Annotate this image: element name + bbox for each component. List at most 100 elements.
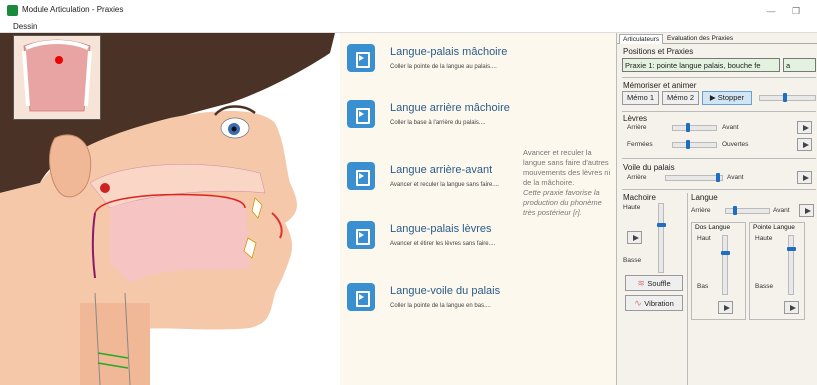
souffle-button[interactable]: ≋ Souffle: [625, 275, 683, 291]
pointe-langue-box: Pointe Langue Haute Basse: [749, 222, 805, 320]
memo1-button[interactable]: Mémo 1: [622, 91, 659, 105]
levres-label: Lèvres: [623, 114, 648, 123]
title-bar: Module Articulation - Praxies — ❐: [0, 0, 817, 22]
positions-label: Positions et Praxies: [623, 47, 694, 56]
machoire-basse-label: Basse: [623, 257, 642, 264]
lesson-item[interactable]: Langue arrière mâchoire Coller la base à…: [347, 98, 527, 130]
divider: [622, 158, 816, 159]
pointe-langue-basse-label: Basse: [755, 283, 774, 290]
levres-position-thumb[interactable]: [686, 123, 690, 132]
animation-slider-thumb[interactable]: [783, 93, 787, 102]
lesson-subtitle: Coller la pointe de la langue en bas....: [390, 303, 491, 309]
articulators-panel: Articulateurs Evaluation des Praxies Pos…: [616, 33, 817, 385]
machoire-play-icon[interactable]: [627, 231, 642, 244]
vibration-button[interactable]: ∿ Vibration: [625, 295, 683, 311]
voile-label: Voile du palais: [623, 163, 675, 172]
dos-langue-slider[interactable]: [722, 235, 728, 295]
pointe-langue-slider-thumb[interactable]: [787, 247, 796, 251]
dos-langue-play-icon[interactable]: [718, 301, 733, 314]
tab-bar: Articulateurs Evaluation des Praxies: [617, 33, 817, 44]
levres-avant-label: Avant: [722, 124, 739, 131]
voile-slider-thumb[interactable]: [716, 173, 720, 182]
voile-arriere-label: Arrière: [627, 174, 647, 181]
window-title: Module Articulation - Praxies: [22, 5, 124, 14]
lesson-subtitle: Coller la pointe de la langue au palais.…: [390, 64, 497, 70]
lesson-item[interactable]: Langue-palais lèvres Avancer et étirer l…: [347, 219, 527, 251]
pointe-langue-label: Pointe Langue: [753, 224, 795, 231]
memo2-button[interactable]: Mémo 2: [662, 91, 699, 105]
machoire-label: Machoire: [623, 193, 656, 202]
praxie-description: Avancer et reculer la langue sans faire …: [523, 148, 615, 218]
menu-dessin[interactable]: Dessin: [13, 22, 37, 31]
langue-slider-thumb[interactable]: [733, 206, 737, 215]
praxie-select[interactable]: Praxie 1: pointe langue palais, bouche f…: [622, 58, 780, 72]
lesson-title: Langue-palais mâchoire: [390, 46, 508, 58]
description-note: Cette praxie favorise la production du p…: [523, 188, 602, 217]
pointe-langue-slider[interactable]: [788, 235, 794, 295]
lesson-title: Langue arrière mâchoire: [390, 102, 510, 114]
lesson-subtitle: Avancer et reculer la langue sans faire.…: [390, 182, 499, 188]
divider: [687, 193, 688, 385]
maximize-button[interactable]: ❐: [785, 3, 807, 19]
voile-avant-label: Avant: [727, 174, 744, 181]
voile-play-icon[interactable]: [797, 171, 812, 184]
video-icon: [347, 283, 375, 311]
praxie-select-value: Praxie 1: pointe langue palais, bouche f…: [625, 61, 761, 70]
lesson-title: Langue arrière-avant: [390, 164, 493, 176]
tab-articulateurs[interactable]: Articulateurs: [619, 34, 664, 44]
minimize-button[interactable]: —: [760, 3, 782, 19]
video-icon: [347, 162, 375, 190]
levres-ouverture-play-icon[interactable]: [797, 138, 812, 151]
vibration-icon: ∿: [634, 298, 645, 308]
machoire-haute-label: Haute: [623, 204, 641, 211]
levres-ouverture-slider[interactable]: [672, 142, 717, 148]
lesson-item[interactable]: Langue-palais mâchoire Coller la pointe …: [347, 42, 527, 74]
tab-evaluation[interactable]: Evaluation des Praxies: [664, 34, 736, 44]
machoire-slider[interactable]: [658, 203, 664, 273]
palate-inset: [13, 35, 101, 120]
menu-bar: Dessin: [0, 22, 817, 33]
machoire-slider-thumb[interactable]: [657, 223, 666, 227]
levres-ouverture-thumb[interactable]: [686, 140, 690, 149]
palate-diagram: [22, 39, 92, 112]
dos-langue-bas-label: Bas: [697, 283, 709, 290]
letter-select[interactable]: a: [783, 58, 816, 72]
video-icon: [347, 100, 375, 128]
vibration-label: Vibration: [644, 299, 674, 308]
pointe-langue-haute-label: Haute: [755, 235, 773, 242]
lesson-title: Langue-voile du palais: [390, 285, 501, 297]
dos-langue-box: Dos Langue Haut Bas: [691, 222, 746, 320]
memoriser-label: Mémoriser et animer: [623, 81, 697, 90]
levres-position-slider[interactable]: [672, 125, 717, 131]
video-icon: [347, 44, 375, 72]
levres-fermees-label: Fermées: [627, 141, 653, 148]
lesson-item[interactable]: Langue arrière-avant Avancer et reculer …: [347, 160, 527, 192]
head-illustration: [0, 33, 340, 385]
voile-slider[interactable]: [665, 175, 723, 181]
langue-avant-label: Avant: [773, 207, 790, 214]
lesson-subtitle: Coller la base à l'arrière du palais....: [390, 120, 486, 126]
dos-langue-label: Dos Langue: [695, 224, 731, 231]
lesson-title: Langue-palais lèvres: [390, 223, 492, 235]
animation-slider[interactable]: [759, 95, 816, 101]
langue-label: Langue: [691, 193, 718, 202]
stopper-button[interactable]: ▶ Stopper: [702, 91, 752, 105]
wind-icon: ≋: [637, 278, 648, 288]
description-text: Avancer et reculer la langue sans faire …: [523, 148, 611, 187]
dos-langue-haut-label: Haut: [697, 235, 711, 242]
divider: [622, 189, 816, 190]
langue-play-icon[interactable]: [799, 204, 814, 217]
pointe-langue-play-icon[interactable]: [784, 301, 799, 314]
lesson-item[interactable]: Langue-voile du palais Coller la pointe …: [347, 281, 527, 313]
levres-play-icon[interactable]: [797, 121, 812, 134]
divider: [622, 77, 816, 78]
dos-langue-slider-thumb[interactable]: [721, 251, 730, 255]
souffle-label: Souffle: [647, 279, 671, 288]
lesson-subtitle: Avancer et étirer les lèvres sans faire.…: [390, 241, 496, 247]
letter-select-value: a: [786, 61, 791, 70]
play-icon: ▶: [709, 93, 718, 102]
video-icon: [347, 221, 375, 249]
divider: [622, 111, 816, 112]
app-icon: [7, 5, 18, 16]
langue-slider[interactable]: [725, 208, 770, 214]
